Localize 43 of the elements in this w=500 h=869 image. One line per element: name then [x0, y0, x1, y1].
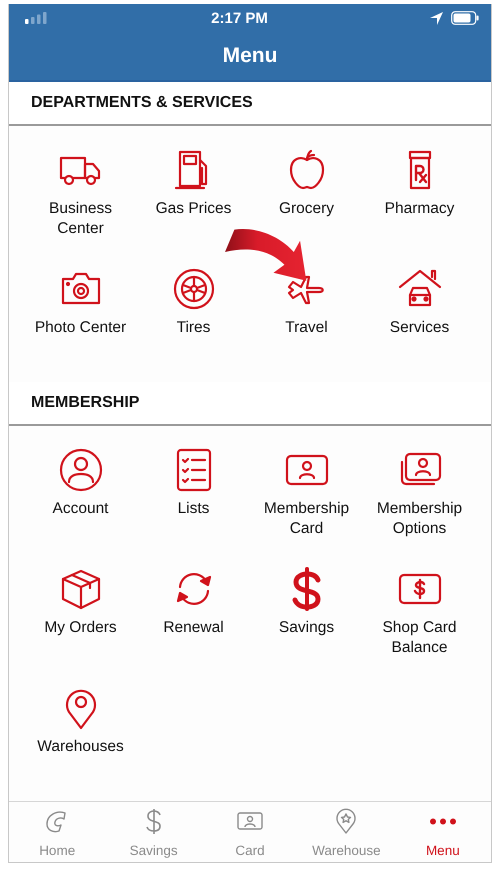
menu-item[interactable]: Warehouses [24, 684, 137, 779]
menu-item-label: Business Center [48, 198, 113, 239]
menu-item-label: Photo Center [34, 318, 126, 338]
section-title: DEPARTMENTS & SERVICES [31, 94, 253, 112]
menu-item-label: Warehouses [37, 736, 124, 757]
menu-item[interactable]: Photo Center [24, 264, 137, 360]
menu-item-label: Membership Options [376, 498, 464, 539]
menu-item[interactable]: Savings [250, 564, 363, 660]
menu-item[interactable]: Business Center [24, 146, 137, 241]
menu-item[interactable]: Services [363, 264, 476, 360]
menu-item-label: Gas Prices [156, 198, 232, 219]
menu-item-label: Savings [278, 618, 334, 638]
menu-item-label: Lists [178, 498, 210, 519]
menu-item-label: Renewal [163, 618, 224, 638]
menu-item[interactable]: Tires [137, 264, 250, 360]
menu-item-label: Tires [176, 318, 210, 338]
menu-item-label: Account [52, 498, 108, 519]
signal-icon [25, 12, 49, 24]
menu-item[interactable]: Shop Card Balance [363, 564, 476, 660]
menu-item[interactable]: Membership Card [250, 446, 363, 541]
header-title: Menu [222, 44, 278, 68]
menu-item[interactable]: Membership Options [363, 446, 476, 541]
menu-item[interactable]: Gas Prices [137, 146, 250, 241]
menu-item-label: Grocery [278, 198, 334, 219]
menu-item-label: Membership Card [262, 498, 350, 539]
battery-icon [450, 11, 479, 26]
menu-item[interactable]: My Orders [24, 564, 137, 660]
section-title: MEMBERSHIP [31, 394, 140, 412]
menu-item[interactable]: Account [24, 446, 137, 541]
menu-item-label: Pharmacy [384, 198, 454, 219]
menu-item[interactable]: Pharmacy [363, 146, 476, 241]
menu-item[interactable]: Travel [250, 264, 363, 360]
menu-item-label: My Orders [44, 618, 117, 638]
menu-item[interactable]: Lists [137, 446, 250, 541]
menu-item[interactable]: Grocery [250, 146, 363, 241]
menu-item-label: Services [390, 318, 450, 338]
status-time: 2:17 PM [211, 10, 268, 27]
tab[interactable]: Menu [394, 802, 491, 862]
menu-item-label: Travel [285, 318, 328, 338]
menu-item-label: Shop Card Balance [381, 618, 458, 658]
more-dots-icon [428, 818, 457, 825]
menu-item[interactable]: Renewal [137, 564, 250, 660]
location-arrow-icon [430, 12, 443, 25]
